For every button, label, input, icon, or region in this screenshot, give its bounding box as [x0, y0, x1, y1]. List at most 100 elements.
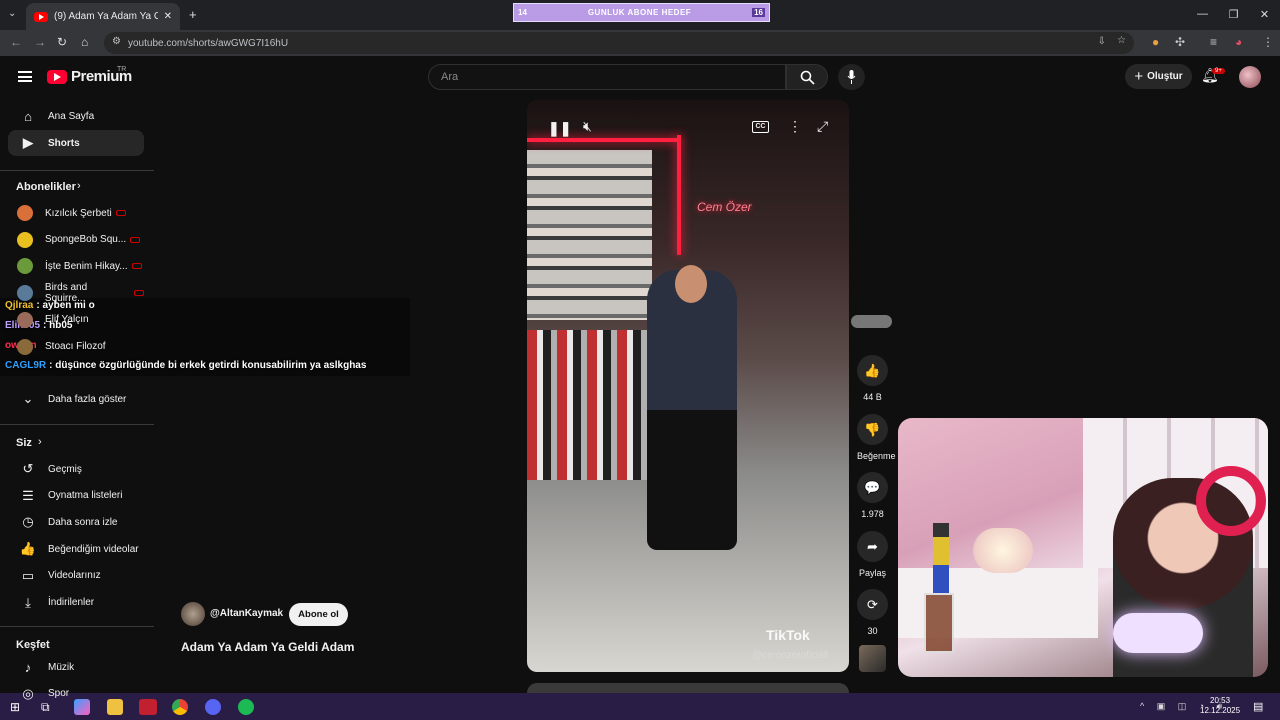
subscription-item[interactable]: İşte Benim Hikay... — [8, 253, 144, 279]
show-more-button[interactable]: ⌄ Daha fazla göster — [8, 386, 144, 412]
sidebar-item-watch-later[interactable]: ◷ Daha sonra izle — [8, 509, 144, 535]
media-control-icon[interactable]: ≡ — [1210, 35, 1217, 49]
search-icon — [800, 70, 815, 85]
pause-icon[interactable]: ❚❚ — [548, 120, 571, 137]
sidebar-item-music[interactable]: ♪ Müzik — [8, 654, 144, 680]
browser-tab[interactable]: (9) Adam Ya Adam Ya Geldi Adam ✕ — [26, 3, 180, 30]
comments-icon[interactable]: 💬 — [857, 472, 888, 503]
sidebar-item-shorts[interactable]: ▶ Shorts — [8, 130, 144, 156]
forward-icon[interactable]: → — [34, 35, 46, 49]
video-scene-neon — [677, 135, 681, 255]
subscription-label: Elif Yalçın — [45, 314, 89, 326]
channel-avatar-icon — [17, 205, 33, 221]
shorts-icon: ▶ — [23, 135, 33, 150]
share-action[interactable]: ➦ Paylaş — [857, 531, 888, 578]
channel-avatar-icon — [17, 311, 33, 328]
sound-channel-thumbnail[interactable] — [859, 645, 886, 672]
tab-search-icon[interactable]: ⌄ — [8, 8, 16, 19]
new-tab-button[interactable]: + — [189, 7, 197, 22]
youtube-premium-logo[interactable]: Premium TR — [47, 66, 132, 85]
sidebar-item-home[interactable]: ⌂ Ana Sayfa — [8, 103, 144, 129]
spotify-icon[interactable] — [238, 699, 254, 715]
chat-text: : düşünce özgürlüğünde bi erkek getirdi … — [49, 360, 367, 371]
subscription-item[interactable]: Stoacı Filozof — [8, 334, 144, 360]
subscription-item[interactable]: SpongeBob Squ... — [8, 227, 144, 253]
muted-volume-icon[interactable]: 🔇︎ — [583, 118, 592, 135]
back-icon[interactable]: ← — [10, 35, 22, 49]
minimize-icon[interactable]: — — [1187, 0, 1218, 28]
sidebar-item-playlists[interactable]: ☰ Oynatma listeleri — [8, 483, 144, 509]
clock-date: 12.12.2025 — [1200, 706, 1241, 715]
search-button[interactable] — [786, 64, 828, 90]
extensions-puzzle-icon[interactable]: ✣ — [1175, 35, 1185, 49]
account-avatar[interactable] — [1239, 66, 1261, 88]
subscription-item[interactable]: Birds and Squirre... — [8, 280, 144, 306]
video-scene-dancer-head — [675, 265, 707, 303]
share-icon[interactable]: ➦ — [857, 531, 888, 562]
sidebar-item-sports[interactable]: ◎ Spor — [8, 681, 144, 707]
captions-icon[interactable]: CC — [752, 121, 769, 133]
clock[interactable]: 20:53 12.12.2025 — [1200, 696, 1240, 716]
extension-icon[interactable]: ● — [1152, 35, 1159, 49]
goal-label: GUNLUK ABONE HEDEF — [587, 8, 692, 17]
sidebar-item-downloads[interactable]: ⤓ İndirilenler — [8, 590, 144, 616]
explore-heading: Keşfet — [16, 639, 50, 651]
notification-center-icon[interactable]: ▤ — [1253, 700, 1263, 713]
sidebar-item-label: Daha sonra izle — [48, 516, 118, 528]
microphone-icon — [847, 70, 856, 84]
discord-icon[interactable] — [205, 699, 221, 715]
subscription-item[interactable]: Elif Yalçın — [8, 307, 144, 333]
profile-icon[interactable]: ◕ — [1235, 35, 1242, 49]
dislike-action[interactable]: 👎 Beğenme — [857, 414, 896, 461]
remix-icon[interactable]: ⟳ — [857, 589, 888, 620]
subscriptions-heading[interactable]: Abonelikler — [16, 181, 76, 193]
sidebar-item-label: Daha fazla göster — [48, 393, 127, 405]
reload-icon[interactable]: ↻ — [57, 35, 67, 49]
video-title[interactable]: Adam Ya Adam Ya Geldi Adam — [181, 640, 354, 654]
sidebar-item-your-videos[interactable]: ▭ Videolarınız — [8, 563, 144, 589]
like-action[interactable]: 👍 44 B — [857, 355, 888, 402]
like-icon[interactable]: 👍 — [857, 355, 888, 386]
sidebar-item-label: Spor — [48, 688, 70, 700]
chrome-icon[interactable] — [172, 699, 188, 715]
restore-icon[interactable]: ❐ — [1218, 0, 1249, 28]
search-input[interactable]: Ara — [428, 64, 786, 90]
close-window-icon[interactable]: ✕ — [1249, 0, 1280, 28]
channel-avatar[interactable] — [181, 602, 205, 626]
install-icon[interactable]: ⇩ — [1098, 36, 1106, 47]
webcam-drink — [924, 593, 954, 653]
fullscreen-icon[interactable]: ⤢ — [817, 118, 828, 135]
chevron-down-icon: ⌄ — [22, 391, 34, 406]
you-heading[interactable]: Siz — [16, 437, 32, 449]
video-scene-neon-top — [527, 138, 679, 142]
dislike-icon[interactable]: 👎 — [857, 414, 888, 445]
create-label: Oluştur — [1147, 71, 1183, 82]
channel-name[interactable]: @AltanKaymak — [210, 608, 283, 619]
sidebar-item-label: Geçmiş — [48, 463, 82, 475]
sidebar-item-liked-videos[interactable]: 👍 Beğendiğim videolar — [8, 536, 144, 562]
create-button[interactable]: + Oluştur — [1125, 64, 1192, 89]
bookmark-star-icon[interactable]: ☆ — [1117, 35, 1126, 46]
action-label: 44 B — [863, 392, 882, 402]
channel-avatar-icon — [17, 231, 33, 248]
sidebar-divider — [0, 424, 154, 425]
sidebar-item-label: Oynatma listeleri — [48, 490, 123, 502]
sidebar-item-history[interactable]: ↺ Geçmiş — [8, 456, 144, 482]
tab-title: (9) Adam Ya Adam Ya Geldi Adam — [54, 11, 158, 22]
shorts-video-player[interactable]: Cem Özer — [527, 100, 849, 672]
hamburger-menu-icon[interactable] — [18, 71, 32, 82]
subscribe-button[interactable]: Abone ol — [289, 603, 348, 626]
home-browser-icon[interactable]: ⌂ — [81, 35, 88, 49]
comments-action[interactable]: 💬 1.978 — [857, 472, 888, 519]
voice-search-button[interactable] — [838, 64, 865, 90]
browser-menu-icon[interactable]: ⋮ — [1262, 35, 1274, 49]
video-scene-dancer — [647, 270, 737, 550]
remix-action[interactable]: ⟳ 30 — [857, 589, 888, 636]
subscription-item[interactable]: Kızılcık Şerbeti — [8, 200, 144, 226]
more-options-icon[interactable]: ⋮ — [788, 118, 802, 135]
url-field[interactable]: ⚙ youtube.com/shorts/awGWG7I16hU ⇩ ☆ — [104, 32, 1134, 54]
site-info-icon[interactable]: ⚙ — [112, 36, 121, 47]
tab-close-icon[interactable]: ✕ — [164, 11, 172, 22]
subscription-label: Stoacı Filozof — [45, 341, 106, 352]
home-icon: ⌂ — [24, 108, 32, 124]
